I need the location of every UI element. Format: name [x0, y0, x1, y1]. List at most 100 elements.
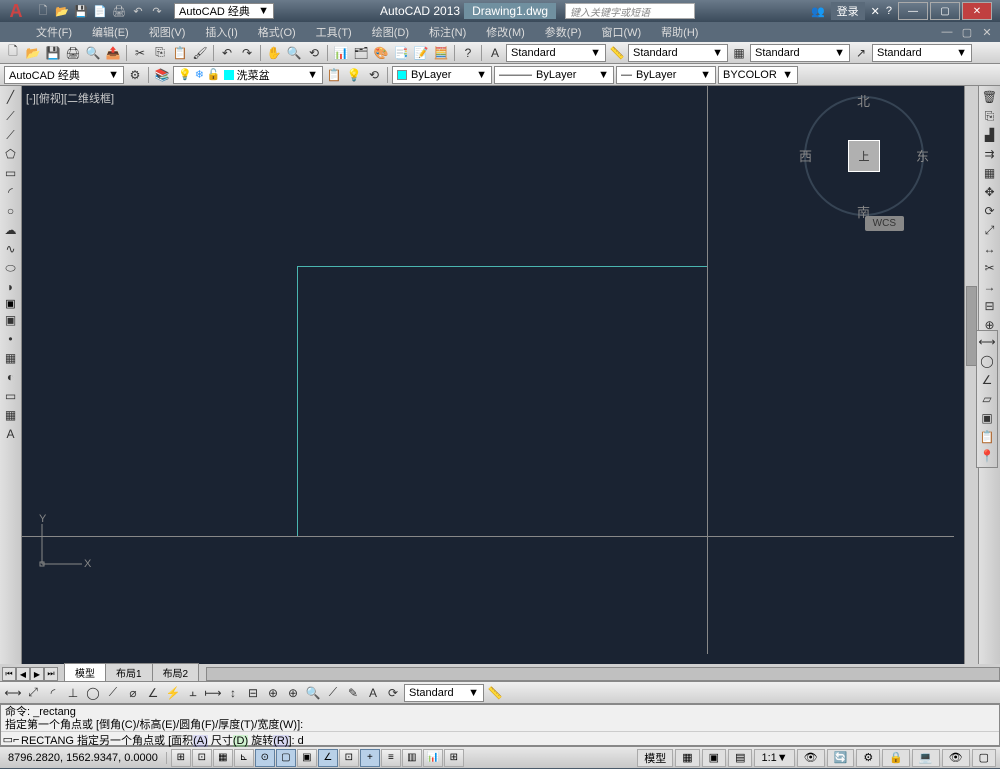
dimlinear-button[interactable]: ⟷	[4, 684, 22, 702]
tab-layout2[interactable]: 布局2	[152, 663, 200, 681]
break-button[interactable]: ⊟	[981, 297, 999, 315]
ducs-button[interactable]: ⊡	[339, 749, 359, 767]
compass-n[interactable]: 北	[857, 91, 870, 110]
menu-parametric[interactable]: 参数(P)	[539, 22, 588, 42]
tab-model[interactable]: 模型	[64, 663, 106, 681]
move-button[interactable]: ✥	[981, 183, 999, 201]
qat-open-icon[interactable]: 📂	[53, 3, 71, 19]
dimtedit-button[interactable]: A	[364, 684, 382, 702]
copy-button[interactable]: ⎘	[151, 44, 169, 62]
menu-dimension[interactable]: 标注(N)	[423, 22, 472, 42]
dimbreak-button[interactable]: ⊟	[244, 684, 262, 702]
dimbaseline-button[interactable]: ⫠	[184, 684, 202, 702]
qdim-button[interactable]: ⚡	[164, 684, 182, 702]
xline-button[interactable]: ⟋	[2, 107, 20, 125]
list-button[interactable]: 📋	[978, 428, 996, 446]
layerprops-button[interactable]: 📚	[153, 66, 171, 84]
erase-button[interactable]: 🗑	[981, 88, 999, 106]
lock-button[interactable]: 🔒	[882, 749, 910, 767]
tolerance-button[interactable]: ⊕	[264, 684, 282, 702]
dimarc-button[interactable]: ◜	[44, 684, 62, 702]
grid2-button[interactable]: ▦	[675, 749, 699, 767]
open-button[interactable]: 📂	[24, 44, 42, 62]
qcalc-button[interactable]: 🧮	[432, 44, 450, 62]
dimaligned-button[interactable]: ⤢	[24, 684, 42, 702]
osnap-button[interactable]: ▢	[276, 749, 296, 767]
qat-new-icon[interactable]: 🗋	[34, 3, 52, 19]
annoscale-dropdown[interactable]: 1:1 ▼	[754, 749, 794, 767]
login-button[interactable]: 登录	[831, 2, 865, 20]
ellipse-button[interactable]: ⬭	[2, 259, 20, 277]
menu-insert[interactable]: 插入(I)	[199, 22, 243, 42]
centermark-button[interactable]: ⊕	[284, 684, 302, 702]
mirror-button[interactable]: ▟	[981, 126, 999, 144]
revcloud-button[interactable]: ☁	[2, 221, 20, 239]
dimstyle-icon[interactable]: 📏	[608, 44, 626, 62]
space-chip[interactable]: 模型	[637, 749, 673, 767]
line-button[interactable]: ╱	[2, 88, 20, 106]
menu-file[interactable]: 文件(F)	[30, 22, 78, 42]
doc-restore-button[interactable]: ▢	[958, 24, 976, 40]
spline-button[interactable]: ∿	[2, 240, 20, 258]
pan-button[interactable]: ✋	[265, 44, 283, 62]
mleaderstyle-icon[interactable]: ↗	[852, 44, 870, 62]
tab-last-button[interactable]: ⏭	[44, 667, 58, 681]
ws2-button[interactable]: ⚙	[856, 749, 880, 767]
print-button[interactable]: 🖨	[64, 44, 82, 62]
dimstyle-button[interactable]: 📏	[486, 684, 504, 702]
publish-button[interactable]: 📤	[104, 44, 122, 62]
layerstate-button[interactable]: 📋	[325, 66, 343, 84]
hatch-button[interactable]: ▦	[2, 349, 20, 367]
status-coords[interactable]: 8796.2820, 1562.9347, 0.0000	[0, 752, 167, 764]
preview-button[interactable]: 🔍	[84, 44, 102, 62]
point-button[interactable]: •	[2, 330, 20, 348]
infer-button[interactable]: ⊞	[171, 749, 191, 767]
distance-button[interactable]: ⟷	[978, 333, 996, 351]
dimcontinue-button[interactable]: ⟼	[204, 684, 222, 702]
copy2-button[interactable]: ⎘	[981, 107, 999, 125]
dimjogged-button[interactable]: ⟋	[104, 684, 122, 702]
area-button[interactable]: ▱	[978, 390, 996, 408]
sc-button[interactable]: ⊞	[444, 749, 464, 767]
help-icon[interactable]: ?	[886, 5, 892, 17]
tab-layout1[interactable]: 布局1	[105, 663, 153, 681]
menu-draw[interactable]: 绘图(D)	[366, 22, 415, 42]
match-button[interactable]: 🖌	[191, 44, 209, 62]
dimstyle-dropdown[interactable]: Standard▼	[628, 44, 728, 62]
dimradius-button[interactable]: ◯	[84, 684, 102, 702]
minimize-button[interactable]: —	[898, 2, 928, 20]
stretch-button[interactable]: ↔	[981, 240, 999, 258]
color-dropdown[interactable]: ByLayer▼	[392, 66, 492, 84]
angle-button[interactable]: ∠	[978, 371, 996, 389]
snap-button[interactable]: ⊡	[192, 749, 212, 767]
tab-prev-button[interactable]: ◀	[16, 667, 30, 681]
tablestyle-dropdown[interactable]: Standard▼	[750, 44, 850, 62]
dc-button[interactable]: 🗂	[352, 44, 370, 62]
properties-button[interactable]: 📊	[332, 44, 350, 62]
lwt-button[interactable]: ≡	[381, 749, 401, 767]
annoauto-button[interactable]: 🔄	[827, 749, 855, 767]
qat-saveas-icon[interactable]: 📄	[91, 3, 109, 19]
dimspace-button[interactable]: ↕	[224, 684, 242, 702]
pline-button[interactable]: ⟋	[2, 126, 20, 144]
3dosnap-button[interactable]: ▣	[297, 749, 317, 767]
wcs-badge[interactable]: WCS	[865, 216, 904, 231]
help2-button[interactable]: ?	[459, 44, 477, 62]
mtext-button[interactable]: A	[2, 425, 20, 443]
layeriso-button[interactable]: 💡	[345, 66, 363, 84]
plotstyle-dropdown[interactable]: BYCOLOR▼	[718, 66, 798, 84]
command-window[interactable]: 命令: _rectang 指定第一个角点或 [倒角(C)/标高(E)/圆角(F)…	[0, 704, 1000, 746]
diminspect-button[interactable]: 🔍	[304, 684, 322, 702]
dimjogline-button[interactable]: ⟋	[324, 684, 342, 702]
app-icon[interactable]: A	[2, 1, 30, 21]
viewcube[interactable]: 北 南 东 西 上	[804, 96, 924, 216]
tp-button[interactable]: 🎨	[372, 44, 390, 62]
tablestyle-icon[interactable]: ▦	[730, 44, 748, 62]
infocenter-icon[interactable]: 👥	[811, 5, 825, 18]
redo-button[interactable]: ↷	[238, 44, 256, 62]
cut-button[interactable]: ✂	[131, 44, 149, 62]
textstyle-dropdown[interactable]: Standard▼	[506, 44, 606, 62]
undo-button[interactable]: ↶	[218, 44, 236, 62]
menu-modify[interactable]: 修改(M)	[480, 22, 531, 42]
region-button[interactable]: ▭	[2, 387, 20, 405]
